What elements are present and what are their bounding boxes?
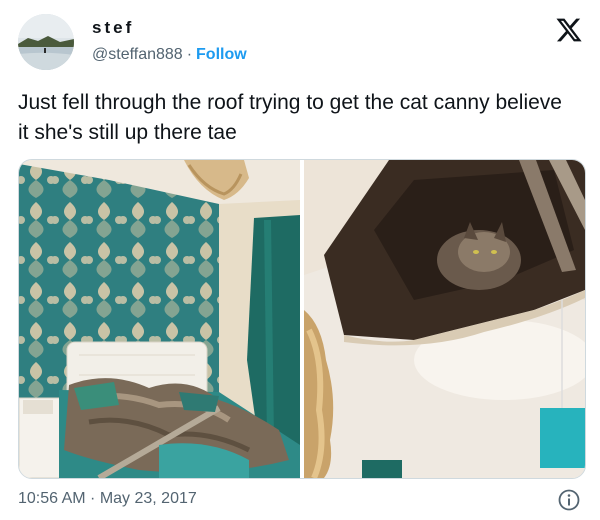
display-name[interactable]: stef [92, 18, 134, 38]
follow-link[interactable]: Follow [196, 46, 247, 63]
user-handle[interactable]: @steffan888 [92, 46, 183, 63]
handle-row: @steffan888 · Follow [92, 46, 247, 64]
tweet-card: stef @steffan888 · Follow Just fell throug… [0, 0, 600, 520]
photo-bedroom[interactable] [19, 160, 300, 478]
avatar[interactable] [18, 14, 74, 70]
avatar-landscape-image [18, 14, 74, 70]
separator-dot: · [186, 46, 193, 63]
x-logo-icon[interactable] [555, 16, 583, 44]
tweet-text: Just fell through the roof trying to get… [18, 91, 562, 144]
timestamp[interactable]: 10:56 AM · May 23, 2017 [18, 490, 197, 508]
photo-ceiling-hole[interactable] [304, 160, 585, 478]
info-icon[interactable] [557, 488, 581, 512]
media-grid [18, 159, 586, 479]
